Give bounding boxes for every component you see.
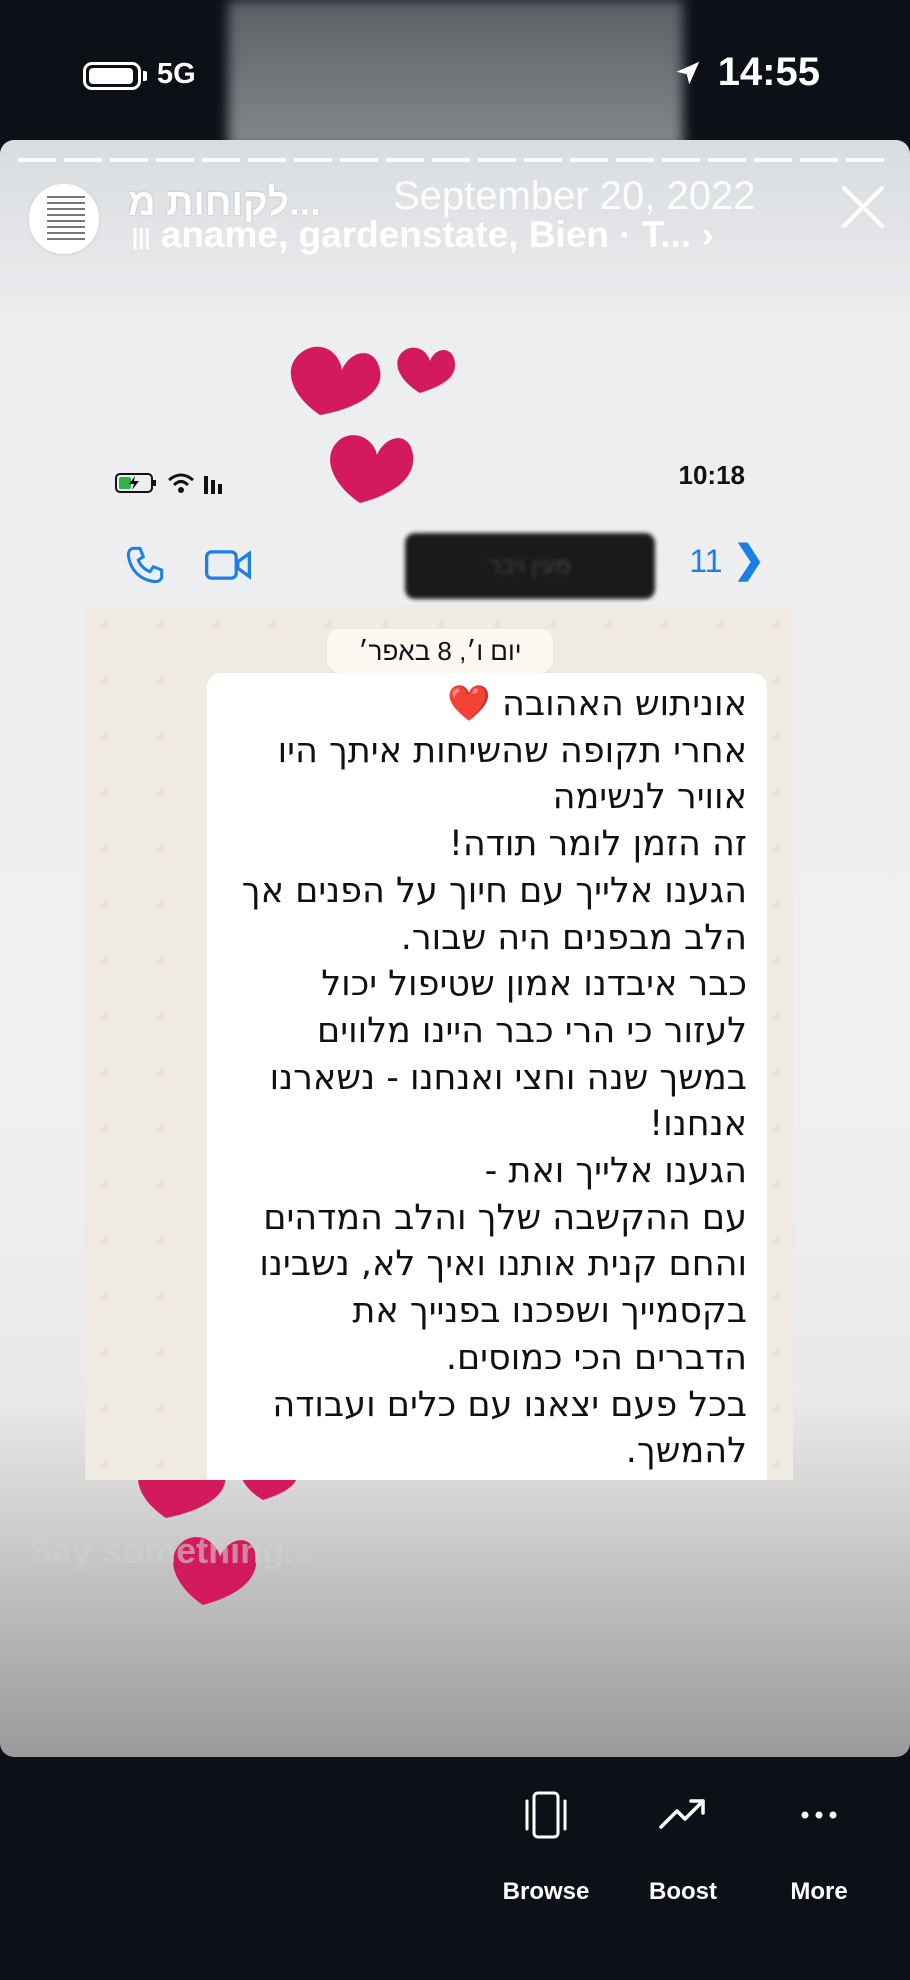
more-dots-icon: [801, 1811, 837, 1819]
music-text: aname, gardenstate, Bien · T... ›: [160, 214, 714, 255]
message-line: בקסמייך ושפכנו בפנייך את: [352, 1291, 747, 1332]
message-line: אחרי תקופה שהשיחות איתך היו: [277, 730, 747, 771]
trending-up-icon: [659, 1799, 705, 1829]
embedded-time: 10:18: [678, 460, 746, 490]
whatsapp-chat-header: מעין ויבר 11 ❯: [115, 525, 765, 605]
message-line: במשך שנה וחצי ואנחנו - נשארנו: [269, 1057, 747, 1098]
wifi-icon: [168, 473, 194, 493]
story-date: September 20, 2022: [393, 174, 756, 218]
more-button[interactable]: More: [764, 1787, 874, 1906]
signal-icon: [204, 476, 222, 494]
message-bubble: אוניתוש האהובה ❤️ אחרי תקופה שהשיחות איתך…: [207, 673, 767, 1480]
message-line: אוויר לנשימה: [552, 777, 747, 818]
message-line: להמשך.: [625, 1431, 747, 1472]
unread-count: 11: [689, 543, 723, 579]
date-chip: יום ו׳, 8 באפר׳: [327, 629, 553, 673]
battery-icon: [83, 62, 141, 90]
message-line: כבר איבדנו אמון שטיפול יכול: [321, 964, 747, 1005]
status-time: 14:55: [717, 50, 820, 94]
message-line: והחם קנית אותנו ואיך לא, נשבינו: [259, 1244, 747, 1285]
chat-area: יום ו׳, 8 באפר׳ אוניתוש האהובה ❤️ אחרי תק…: [85, 605, 793, 1480]
message-line: עם ההקשבה שלך והלב המדהים: [263, 1197, 747, 1238]
close-icon[interactable]: [838, 182, 888, 232]
embedded-status-bar: 10:18: [115, 460, 745, 510]
reply-input[interactable]: Say something...: [28, 1530, 314, 1572]
avatar[interactable]: [27, 182, 101, 256]
message-line: לעזור כי הרי כבר היינו מלווים: [317, 1010, 747, 1051]
back-with-count: 11 ❯: [689, 537, 765, 582]
message-line: הדברים הכי כמוסים.: [445, 1337, 747, 1378]
boost-label: Boost: [649, 1878, 717, 1905]
video-call-icon: [205, 550, 251, 580]
message-line: הלב מבפנים היה שבור.: [400, 917, 747, 958]
message-line: אנחנו!: [649, 1104, 747, 1145]
blurred-preview: [228, 0, 683, 148]
battery-tip: [143, 71, 147, 81]
message-line: הגענו אלייך ואת -: [484, 1151, 747, 1192]
browse-label: Browse: [502, 1878, 590, 1905]
story-progress-bar: [18, 158, 892, 162]
boost-button[interactable]: Boost: [628, 1787, 738, 1906]
story-music-label[interactable]: ||| aname, gardenstate, Bien · T... ›: [132, 214, 714, 256]
message-line: אוניתוש האהובה ❤️: [447, 684, 747, 724]
more-label: More: [790, 1878, 848, 1905]
message-line: בכל פעם יצאנו עם כלים ועבודה: [272, 1384, 747, 1425]
browse-button[interactable]: Browse: [491, 1787, 601, 1906]
bottom-action-bar: Browse Boost More: [0, 1757, 910, 1980]
redacted-contact-name: מעין ויבר: [405, 533, 655, 599]
chevron-right-icon: ❯: [733, 539, 765, 581]
message-line: זה הזמן לומר תודה!: [448, 824, 747, 865]
network-label: 5G: [157, 58, 196, 90]
music-bars-icon: |||: [132, 224, 151, 250]
battery-charging-icon: [115, 473, 156, 493]
phone-call-icon: [126, 546, 164, 584]
message-line: הגענו אלייך עם חיוך על הפנים אך: [241, 870, 747, 911]
location-arrow-icon: [676, 61, 700, 85]
browse-icon: [525, 1791, 567, 1839]
status-bar: 5G 14:55: [0, 0, 910, 148]
